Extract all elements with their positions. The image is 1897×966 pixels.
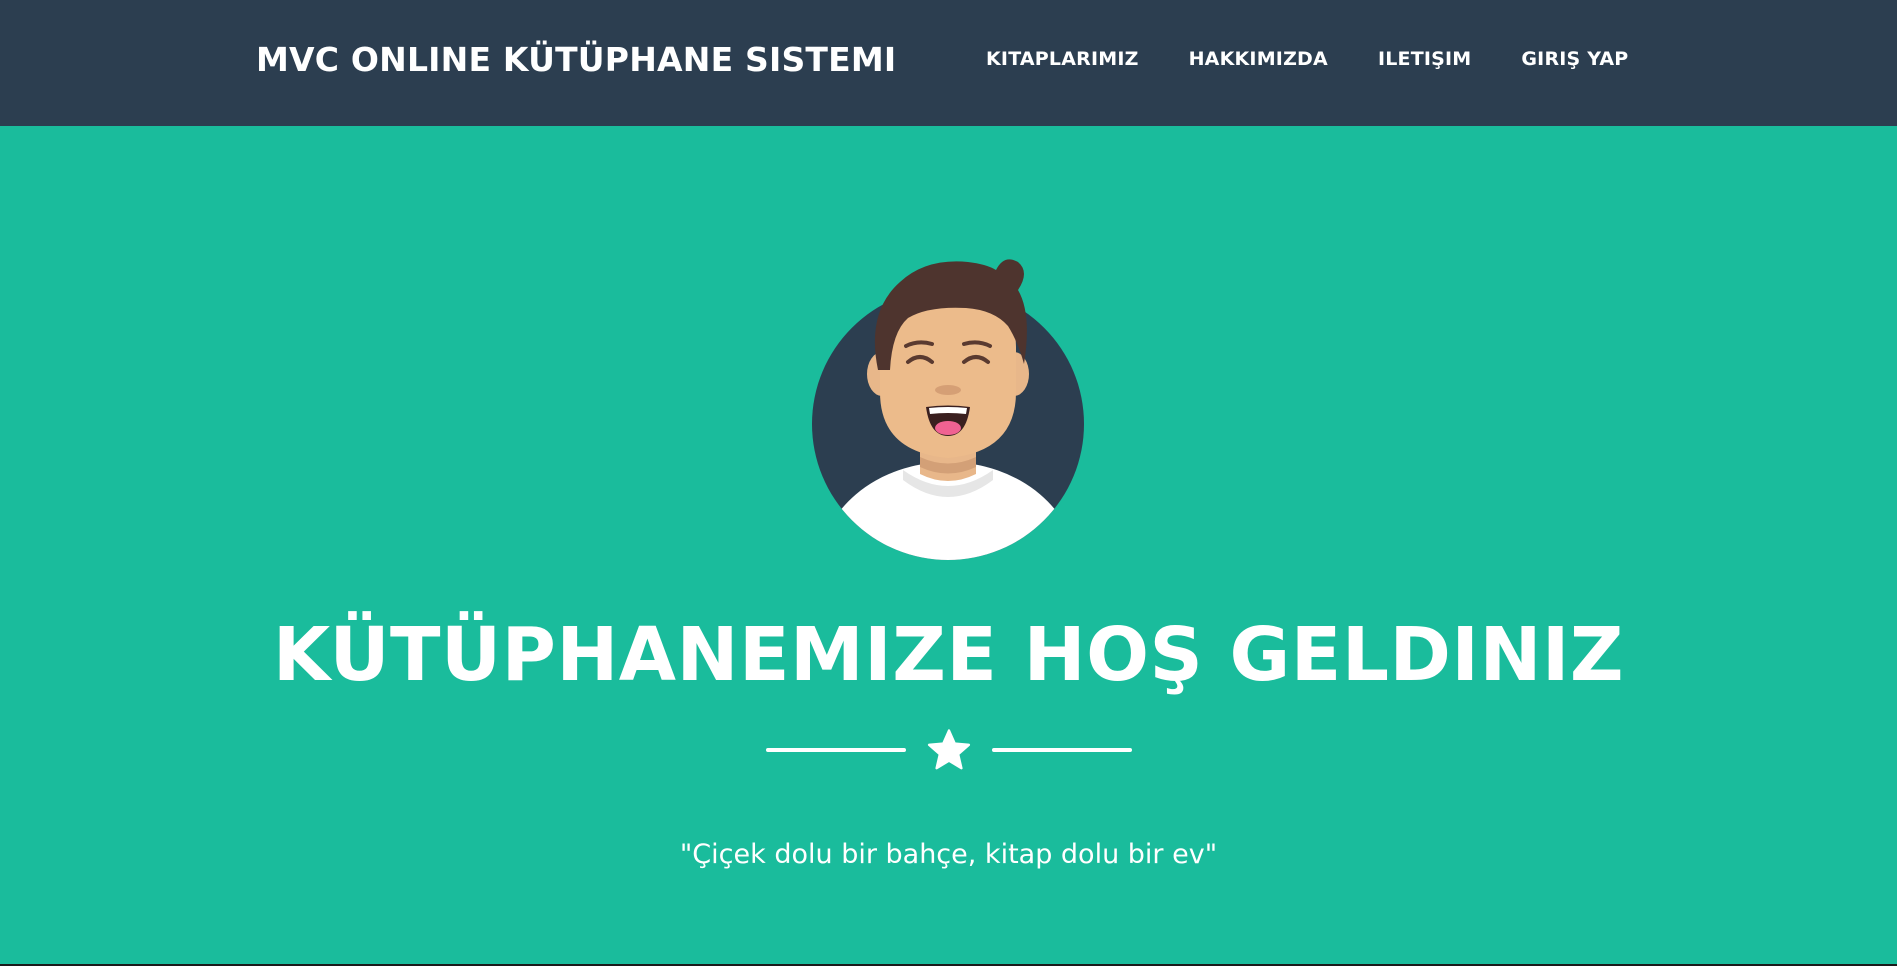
avatar-icon (812, 259, 1084, 560)
title-divider (766, 724, 1132, 774)
nav-link-hakkimizda[interactable]: HAKKIMIZDA (1189, 48, 1328, 70)
hero-title: KÜTÜPHANEMIZE HOŞ GELDINIZ (272, 612, 1625, 698)
nav-link-iletisim[interactable]: ILETIŞIM (1378, 48, 1471, 70)
hero-quote: "Çiçek dolu bir bahçe, kitap dolu bir ev… (679, 839, 1218, 870)
nav-link-kitaplarimiz[interactable]: KITAPLARIMIZ (986, 48, 1139, 70)
nav-link-giris-yap[interactable]: GIRIŞ YAP (1521, 48, 1628, 70)
navbar: MVC ONLINE KÜTÜPHANE SISTEMI KITAPLARIMI… (0, 0, 1897, 126)
brand-link[interactable]: MVC ONLINE KÜTÜPHANE SISTEMI (256, 40, 896, 79)
divider-line-right (992, 748, 1132, 752)
star-icon (927, 729, 971, 770)
nav-menu: KITAPLARIMIZ HAKKIMIZDA ILETIŞIM GIRIŞ Y… (986, 48, 1678, 70)
divider-line-left (766, 748, 906, 752)
